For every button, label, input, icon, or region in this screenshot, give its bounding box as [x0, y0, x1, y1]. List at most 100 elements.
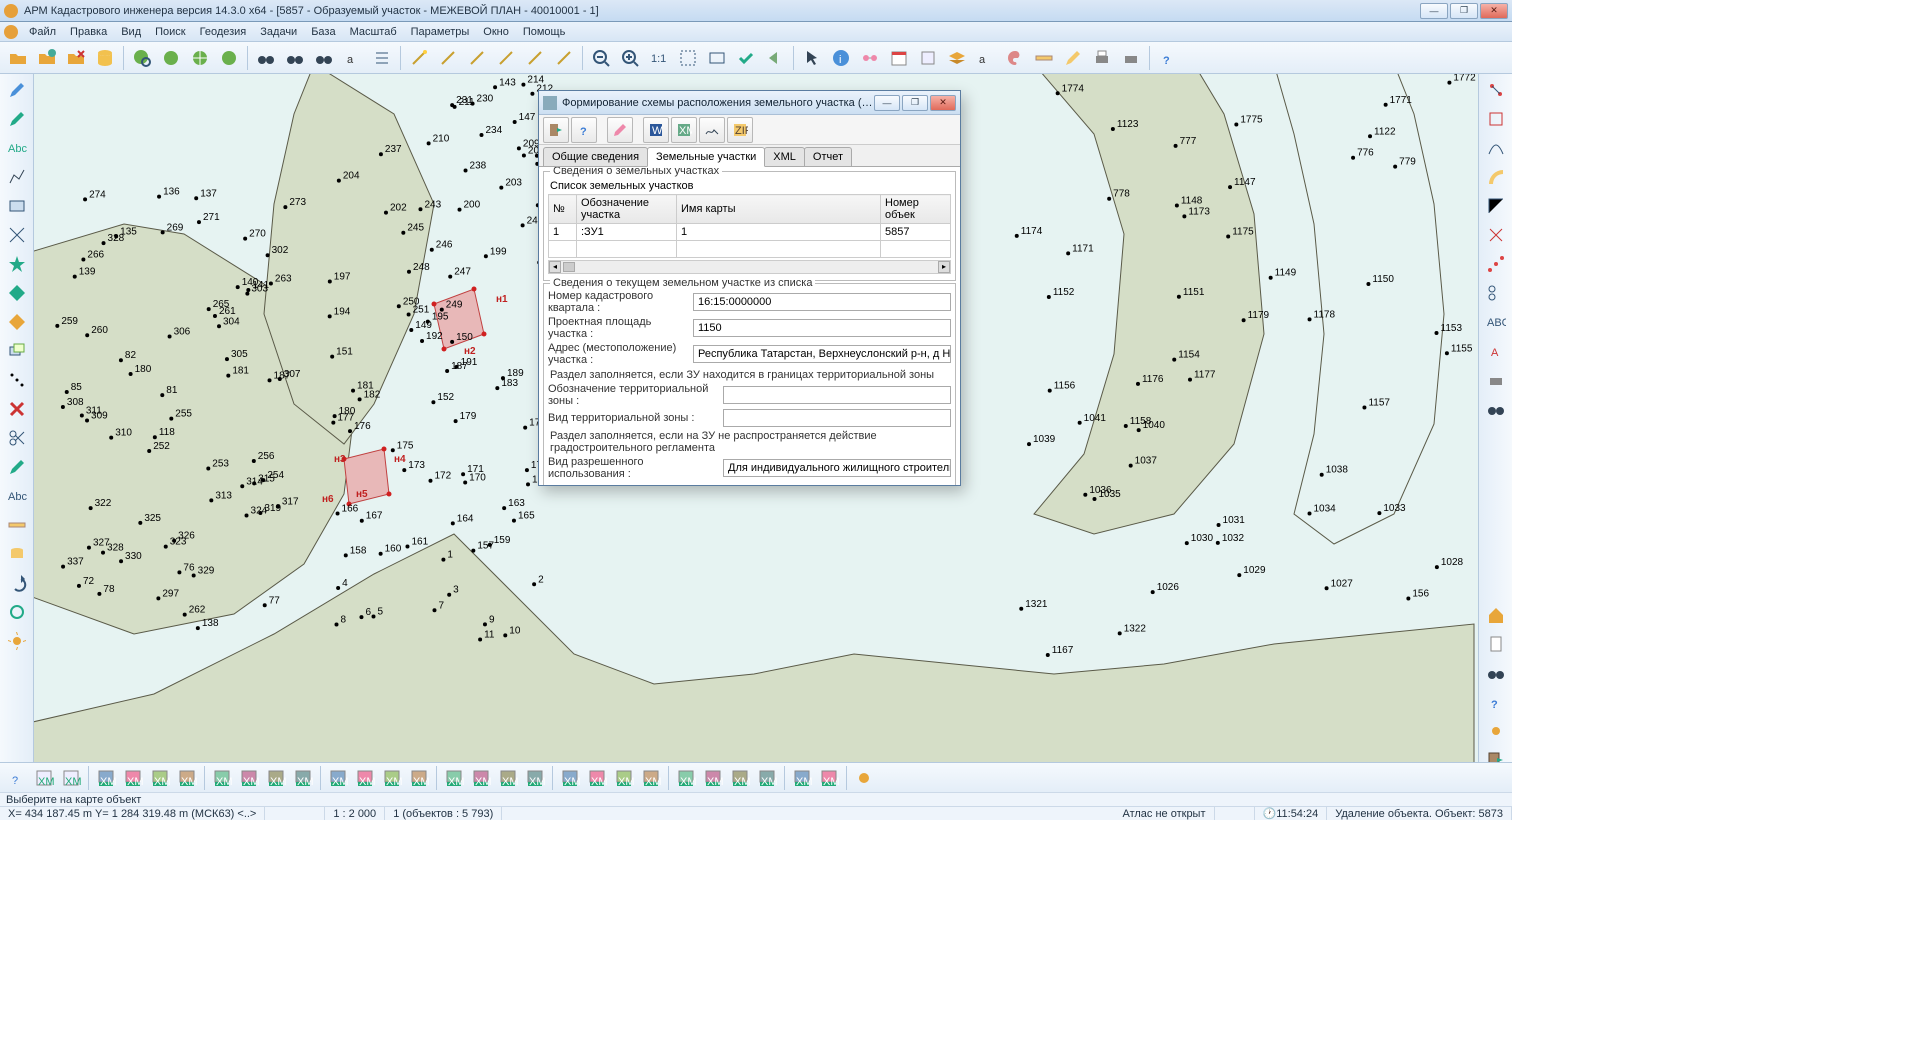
tb-ruler[interactable] — [1030, 44, 1058, 72]
rt-home[interactable] — [1481, 601, 1511, 629]
fld-area[interactable]: 1150 — [693, 319, 951, 337]
bt-gear[interactable] — [851, 765, 877, 791]
tb-globe-search[interactable] — [128, 44, 156, 72]
tb-open-add[interactable] — [33, 44, 61, 72]
tb-help[interactable]: ? — [1154, 44, 1182, 72]
bt-tool-0[interactable]: XML — [93, 765, 119, 791]
tb-binoc-2[interactable] — [281, 44, 309, 72]
rt-6[interactable] — [1481, 221, 1511, 249]
tab-parcels[interactable]: Земельные участки — [647, 147, 765, 167]
bt-tool-12[interactable]: XML — [441, 765, 467, 791]
tb-globe-3[interactable] — [186, 44, 214, 72]
dialog-minimize-button[interactable]: — — [874, 95, 900, 111]
tb-wand-3[interactable] — [463, 44, 491, 72]
tb-print2[interactable] — [1117, 44, 1145, 72]
tb-wand-2[interactable] — [434, 44, 462, 72]
tab-general[interactable]: Общие сведения — [543, 147, 648, 166]
rt-7[interactable] — [1481, 250, 1511, 278]
bt-tool-10[interactable]: XML — [379, 765, 405, 791]
lt-cyl[interactable] — [2, 540, 32, 568]
rt-3[interactable] — [1481, 134, 1511, 162]
tb-zoom-all[interactable] — [703, 44, 731, 72]
bt-help[interactable]: ? — [4, 765, 30, 791]
lt-del[interactable] — [2, 395, 32, 423]
bt-tool-6[interactable]: XML — [263, 765, 289, 791]
dt-exit[interactable] — [543, 117, 569, 143]
rt-help[interactable]: ? — [1481, 688, 1511, 716]
col-num[interactable]: № — [549, 195, 577, 224]
rt-doc[interactable] — [1481, 630, 1511, 658]
bt-tool-2[interactable]: XML — [147, 765, 173, 791]
bt-tool-9[interactable]: XML — [352, 765, 378, 791]
fld-quarter[interactable]: 16:15:0000000 — [693, 293, 951, 311]
rt-4[interactable] — [1481, 163, 1511, 191]
menu-base[interactable]: База — [304, 24, 342, 40]
rt-binoc[interactable] — [1481, 395, 1511, 423]
tb-open[interactable] — [4, 44, 32, 72]
lt-cross[interactable] — [2, 221, 32, 249]
fld-tz-vid[interactable] — [723, 409, 951, 427]
bt-tool-3[interactable]: XML — [174, 765, 200, 791]
menu-window[interactable]: Окно — [476, 24, 516, 40]
fld-tz-obz[interactable] — [723, 386, 951, 404]
tb-pointer[interactable] — [798, 44, 826, 72]
rt-2[interactable] — [1481, 105, 1511, 133]
dt-word[interactable]: W — [643, 117, 669, 143]
rt-scissors[interactable] — [1481, 279, 1511, 307]
tb-wand-1[interactable] — [405, 44, 433, 72]
lt-ruler2[interactable] — [2, 511, 32, 539]
bt-tool-25[interactable]: XML — [816, 765, 842, 791]
bt-tool-23[interactable]: XML — [754, 765, 780, 791]
bt-tool-4[interactable]: XML — [209, 765, 235, 791]
dt-sign[interactable] — [699, 117, 725, 143]
bt-tool-19[interactable]: XML — [638, 765, 664, 791]
bt-tool-22[interactable]: XML — [727, 765, 753, 791]
col-obj[interactable]: Номер объек — [881, 195, 951, 224]
tb-list[interactable] — [368, 44, 396, 72]
menu-view[interactable]: Вид — [114, 24, 148, 40]
rt-abc[interactable]: ABC — [1481, 308, 1511, 336]
bt-xml-2[interactable]: XML — [58, 765, 84, 791]
bt-tool-18[interactable]: XML — [611, 765, 637, 791]
tb-nav-back[interactable] — [761, 44, 789, 72]
tb-globe-2[interactable] — [157, 44, 185, 72]
menu-geodesy[interactable]: Геодезия — [193, 24, 254, 40]
tb-pencil[interactable] — [1059, 44, 1087, 72]
bt-tool-20[interactable]: XML — [673, 765, 699, 791]
lt-undo[interactable] — [2, 569, 32, 597]
lt-pencil2[interactable] — [2, 105, 32, 133]
tb-zoom-rect[interactable] — [674, 44, 702, 72]
tb-zoom-11[interactable]: 1:1 — [645, 44, 673, 72]
tb-wand-4[interactable] — [492, 44, 520, 72]
bt-tool-5[interactable]: XML — [236, 765, 262, 791]
lt-refresh[interactable] — [2, 598, 32, 626]
close-button[interactable]: ✕ — [1480, 3, 1508, 19]
lt-layers[interactable] — [2, 337, 32, 365]
minimize-button[interactable]: — — [1420, 3, 1448, 19]
dt-xml[interactable]: XML — [671, 117, 697, 143]
tb-info[interactable]: i — [827, 44, 855, 72]
tb-binoc-1[interactable] — [252, 44, 280, 72]
menu-search[interactable]: Поиск — [148, 24, 192, 40]
menu-params[interactable]: Параметры — [404, 24, 477, 40]
lt-diamond2[interactable] — [2, 308, 32, 336]
tb-cal[interactable] — [885, 44, 913, 72]
bt-tool-24[interactable]: XML — [789, 765, 815, 791]
parcel-table[interactable]: № Обозначение участка Имя карты Номер об… — [548, 194, 951, 258]
tb-print[interactable] — [1088, 44, 1116, 72]
bt-tool-8[interactable]: XML — [325, 765, 351, 791]
tb-globe-4[interactable] — [215, 44, 243, 72]
dialog-maximize-button[interactable]: ❐ — [902, 95, 928, 111]
lt-path[interactable] — [2, 163, 32, 191]
fld-use[interactable]: Для индивидуального жилищного строительс… — [723, 459, 951, 477]
maximize-button[interactable]: ❐ — [1450, 3, 1478, 19]
bt-tool-1[interactable]: XML — [120, 765, 146, 791]
lt-diamond[interactable] — [2, 279, 32, 307]
table-hscroll[interactable]: ◂▸ — [548, 260, 951, 274]
tb-binoc-3[interactable] — [310, 44, 338, 72]
tb-layers[interactable] — [943, 44, 971, 72]
menu-edit[interactable]: Правка — [63, 24, 114, 40]
menu-file[interactable]: Файл — [22, 24, 63, 40]
lt-scissors[interactable] — [2, 424, 32, 452]
lt-abc[interactable]: Abc — [2, 134, 32, 162]
